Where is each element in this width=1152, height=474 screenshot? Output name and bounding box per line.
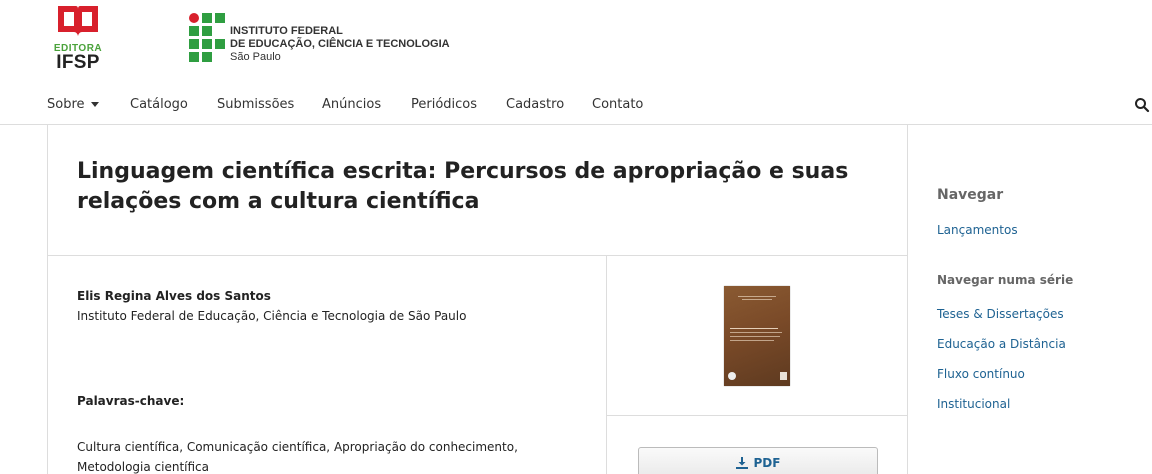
download-icon bbox=[735, 457, 748, 469]
sidebar-link-teses[interactable]: Teses & Dissertações bbox=[937, 307, 1064, 321]
book-cover-image[interactable] bbox=[724, 286, 790, 386]
ifsp-label: IFSP bbox=[56, 52, 100, 73]
caret-down-icon bbox=[90, 102, 99, 107]
nav-item-catalogo[interactable]: Catálogo bbox=[130, 97, 188, 112]
nav-item-cadastro[interactable]: Cadastro bbox=[506, 97, 564, 112]
editora-ifsp-logo[interactable]: EDITORA IFSP bbox=[52, 4, 104, 73]
sidebar-link-institucional[interactable]: Institucional bbox=[937, 397, 1010, 411]
if-grid-icon bbox=[189, 13, 227, 63]
cover-divider bbox=[607, 415, 907, 416]
sidebar-link-lancamentos[interactable]: Lançamentos bbox=[937, 223, 1018, 237]
keywords-list: Cultura científica, Comunicação científi… bbox=[77, 440, 518, 474]
nav-item-submissoes[interactable]: Submissões bbox=[217, 97, 294, 112]
nav-item-sobre[interactable]: Sobre bbox=[47, 97, 99, 112]
sidebar-link-fluxo[interactable]: Fluxo contínuo bbox=[937, 367, 1025, 381]
if-line1: INSTITUTO FEDERAL bbox=[230, 25, 343, 37]
if-text: INSTITUTO FEDERAL DE EDUCAÇÃO, CIÊNCIA E… bbox=[230, 25, 450, 64]
pdf-label: PDF bbox=[753, 456, 781, 470]
nav-item-anuncios[interactable]: Anúncios bbox=[322, 97, 381, 112]
page-title: Linguagem científica escrita: Percursos … bbox=[77, 159, 849, 214]
nav-item-contato[interactable]: Contato bbox=[592, 97, 643, 112]
nav-item-periodicos[interactable]: Periódicos bbox=[411, 97, 477, 112]
search-icon[interactable] bbox=[1134, 97, 1150, 113]
main-nav: Sobre Catálogo Submissões Anúncios Perió… bbox=[0, 92, 1152, 118]
author-name: Elis Regina Alves dos Santos bbox=[77, 289, 271, 303]
cover-publisher-mark-icon bbox=[780, 372, 787, 380]
sidebar-series-heading: Navegar numa série bbox=[937, 273, 1074, 287]
sidebar-browse-heading: Navegar bbox=[937, 187, 1004, 203]
title-divider bbox=[48, 255, 907, 256]
nav-item-label: Sobre bbox=[47, 97, 85, 112]
cover-emblem-icon bbox=[728, 372, 736, 380]
author-affiliation: Instituto Federal de Educação, Ciência e… bbox=[77, 309, 467, 323]
if-line2: DE EDUCAÇÃO, CIÊNCIA E TECNOLOGIA bbox=[230, 38, 450, 50]
sidebar-link-ead[interactable]: Educação a Distância bbox=[937, 337, 1066, 351]
keywords-heading: Palavras-chave: bbox=[77, 394, 185, 408]
column-divider bbox=[606, 255, 607, 474]
if-line3: São Paulo bbox=[230, 51, 281, 63]
pdf-download-button[interactable]: PDF bbox=[638, 447, 878, 474]
open-book-icon bbox=[58, 6, 98, 36]
